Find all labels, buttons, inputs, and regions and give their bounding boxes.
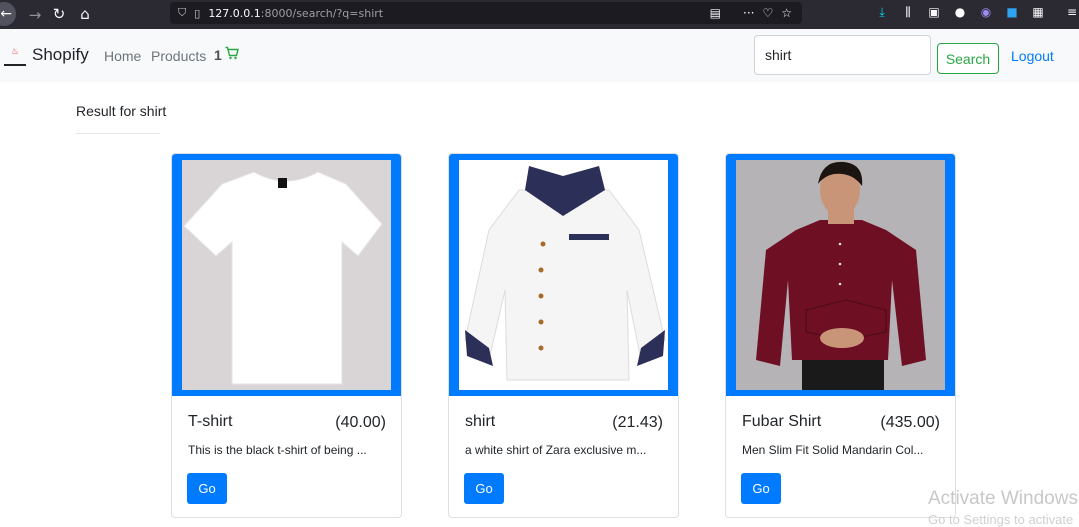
search-input[interactable] [754,35,931,75]
search-button[interactable]: Search [937,43,999,74]
go-button[interactable]: Go [187,473,227,504]
product-image[interactable] [459,160,668,390]
divider [76,133,160,134]
product-image[interactable] [736,160,945,390]
browser-extensions: ⤓ ⫼ ▣ ● ◉ ■ ▦ ≡ [875,5,1079,20]
url-path: :8000/search/?q=shirt [260,6,384,20]
home-icon[interactable]: ⌂ [74,5,96,23]
product-card: shirt (21.43) a white shirt of Zara excl… [448,153,679,518]
product-description: a white shirt of Zara exclusive m... [465,443,647,457]
shield-icon: ⛉ [178,6,187,19]
product-image-frame [172,154,401,396]
account-icon[interactable]: ● [953,5,967,19]
screenshot-icon[interactable]: ▦ [1031,5,1045,19]
extension-icon[interactable]: ◉ [979,5,993,19]
site-navbar: ♨ Shopify Home Products 1 Search Logout [0,29,1079,82]
library-icon[interactable]: ⫼ [901,5,915,19]
extension-blue-icon[interactable]: ■ [1005,5,1019,19]
logout-link[interactable]: Logout [1011,48,1054,64]
brand-logo-icon: ♨ [4,43,26,67]
reload-icon[interactable]: ↻ [48,5,70,23]
forward-arrow-icon[interactable]: → [24,6,46,24]
brand[interactable]: ♨ Shopify [4,43,89,67]
back-arrow-icon[interactable]: ← [0,2,16,26]
product-price: (435.00) [880,414,940,431]
product-name: Fubar Shirt [742,413,822,430]
cart-count[interactable]: 1 [214,47,222,63]
more-icon[interactable]: ··· [743,6,754,20]
product-image-frame [449,154,678,396]
product-price: (40.00) [335,414,386,431]
go-button[interactable]: Go [741,473,781,504]
download-icon[interactable]: ⤓ [875,5,889,19]
address-bar[interactable]: ⛉ ▯ 127.0.0.1:8000/search/?q=shirt ▤ ···… [170,2,802,24]
cart-icon[interactable] [225,46,239,60]
product-image[interactable] [182,160,391,390]
product-price: (21.43) [612,414,663,431]
activation-watermark: Activate Windows [928,488,1078,509]
reader-view-icon[interactable]: ▤ [710,6,721,20]
browser-toolbar: ← → ↻ ⌂ ⛉ ▯ 127.0.0.1:8000/search/?q=shi… [0,0,1079,29]
brand-name: Shopify [32,45,89,64]
product-image-frame [726,154,955,396]
product-name: shirt [465,413,496,430]
go-button[interactable]: Go [464,473,504,504]
pocket-icon[interactable]: ♡ [762,6,773,20]
product-description: This is the black t-shirt of being ... [188,443,367,457]
page-icon: ▯ [194,6,201,20]
product-name: T-shirt [188,413,233,430]
bookmark-star-icon[interactable]: ☆ [781,6,792,20]
nav-products-link[interactable]: Products [151,48,206,64]
activation-watermark-sub: Go to Settings to activate [928,512,1074,527]
sidebar-icon[interactable]: ▣ [927,5,941,19]
product-card: Fubar Shirt (435.00) Men Slim Fit Solid … [725,153,956,518]
result-heading: Result for shirt [76,103,167,119]
url-host: 127.0.0.1 [208,6,261,20]
menu-icon[interactable]: ≡ [1065,5,1079,19]
nav-home-link[interactable]: Home [104,48,141,64]
product-description: Men Slim Fit Solid Mandarin Col... [742,443,924,457]
product-card: T-shirt (40.00) This is the black t-shir… [171,153,402,518]
